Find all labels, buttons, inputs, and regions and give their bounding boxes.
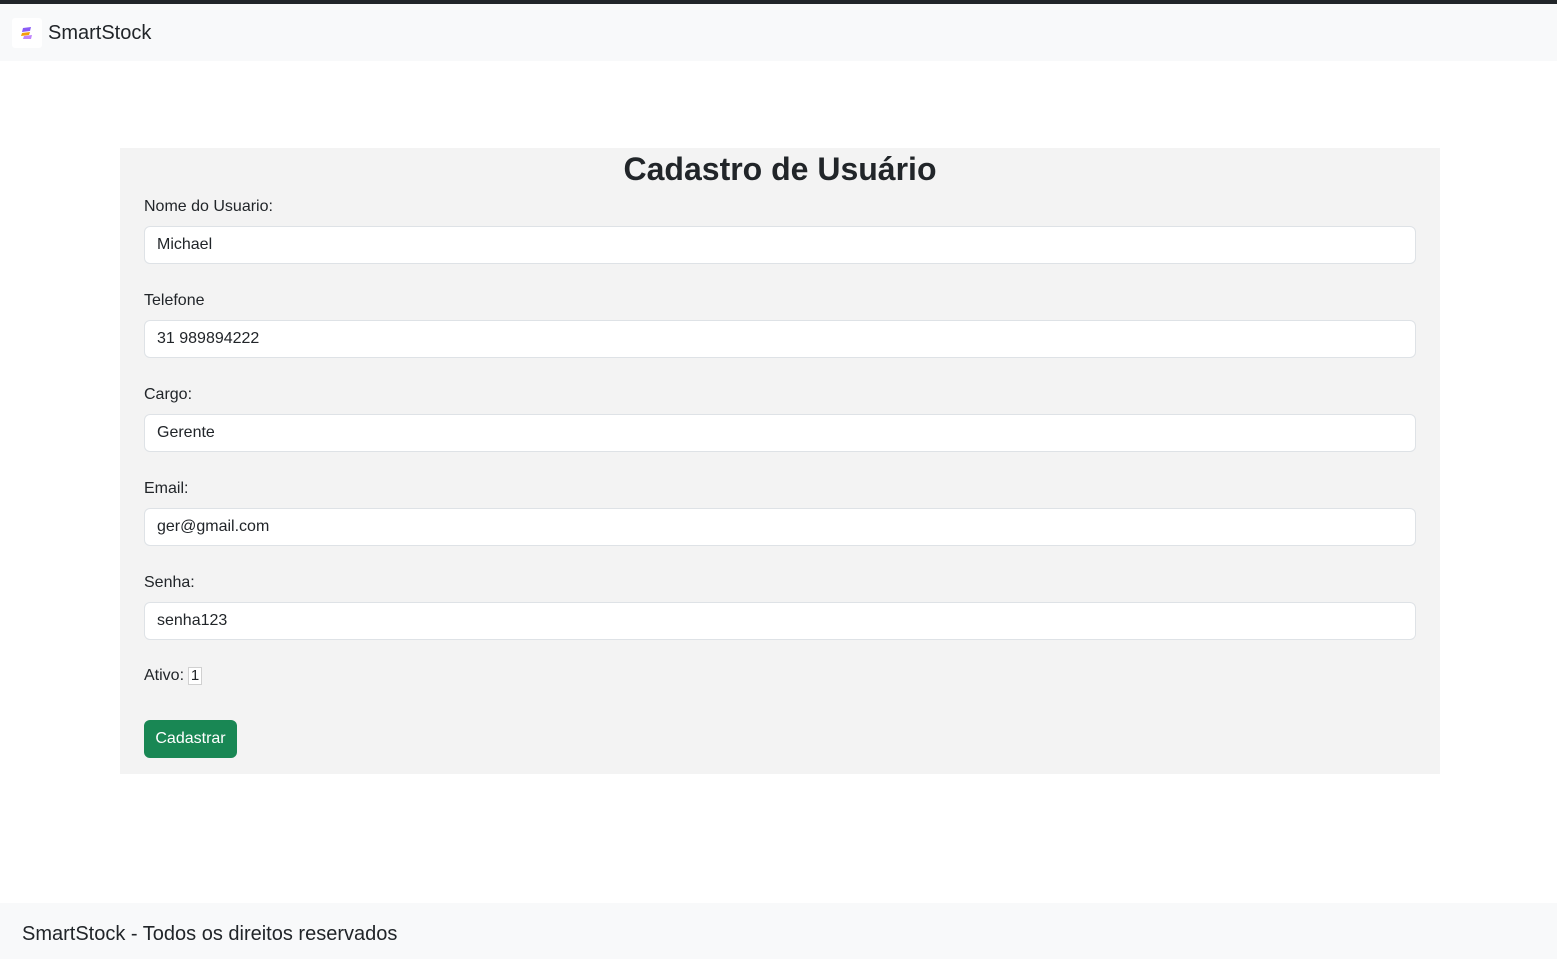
password-label: Senha: xyxy=(144,574,195,591)
footer-text: SmartStock - Todos os direitos reservado… xyxy=(22,923,398,945)
navbar-brand[interactable]: SmartStock xyxy=(12,18,151,48)
name-input[interactable] xyxy=(144,226,1416,264)
phone-input[interactable] xyxy=(144,320,1416,358)
brand-name: SmartStock xyxy=(48,22,152,44)
phone-label: Telefone xyxy=(144,292,205,309)
stack-logo-icon xyxy=(12,18,42,48)
password-input[interactable] xyxy=(144,602,1416,640)
active-input[interactable]: 1 xyxy=(188,667,203,685)
form-title: Cadastro de Usuário xyxy=(623,151,937,187)
active-label: Ativo: xyxy=(144,667,185,684)
navbar: SmartStock xyxy=(0,4,1557,61)
email-label: Email: xyxy=(144,480,189,497)
name-label: Nome do Usuario: xyxy=(144,198,273,215)
email-input[interactable] xyxy=(144,508,1416,546)
user-registration-form: Cadastro de Usuário Nome do Usuario: Tel… xyxy=(120,148,1440,774)
role-input[interactable] xyxy=(144,414,1416,452)
footer: SmartStock - Todos os direitos reservado… xyxy=(0,903,1557,959)
role-label: Cargo: xyxy=(144,386,193,403)
submit-button[interactable]: Cadastrar xyxy=(144,720,237,758)
active-row: Ativo: 1 xyxy=(144,666,203,686)
